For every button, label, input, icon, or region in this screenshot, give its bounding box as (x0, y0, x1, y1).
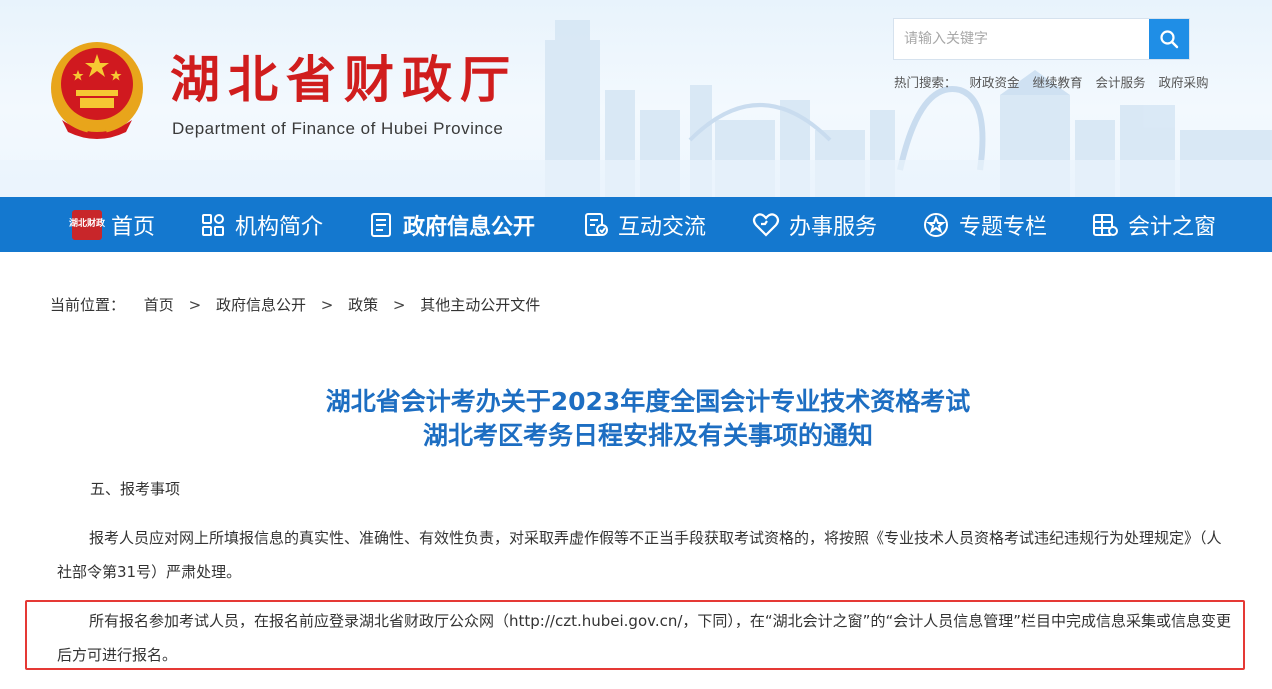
form-chat-icon (583, 212, 609, 238)
nav-item-label: 政府信息公开 (403, 214, 536, 240)
breadcrumb-separator: > (320, 296, 334, 314)
breadcrumb-item-policy[interactable]: 政策 (348, 296, 378, 314)
article-paragraph-highlighted: 所有报名参加考试人员，在报名前应登录湖北省财政厅公众网（http://czt.h… (57, 612, 1231, 664)
window-grid-icon (1091, 212, 1119, 238)
article-paragraph: 报考人员应对网上所填报信息的真实性、准确性、有效性负责，对采取弄虚作假等不正当手… (57, 529, 1222, 581)
breadcrumb-item-other-files[interactable]: 其他主动公开文件 (420, 296, 540, 314)
nav-item-label: 首页 (111, 214, 156, 240)
search-icon (1160, 30, 1179, 49)
nav-item-label: 会计之窗 (1128, 214, 1217, 240)
nav-item-home[interactable]: 湖北财政 首页 (69, 197, 156, 252)
nav-item-about[interactable]: 机构简介 (200, 197, 323, 252)
hot-search-link[interactable]: 财政资金 (970, 75, 1020, 90)
header-banner: 湖北省财政厅 Department of Finance of Hubei Pr… (0, 0, 1272, 197)
section-heading: 五、报考事项 (90, 480, 181, 498)
breadcrumb-separator: > (392, 296, 406, 314)
document-list-icon (368, 212, 394, 238)
hot-search-link[interactable]: 会计服务 (1096, 75, 1146, 90)
breadcrumb-item-gov-info[interactable]: 政府信息公开 (216, 296, 306, 314)
site-subtitle: Department of Finance of Hubei Province (172, 119, 504, 138)
nav-item-label: 机构简介 (235, 214, 324, 240)
nav-item-services[interactable]: 办事服务 (752, 197, 877, 252)
star-circle-icon (922, 211, 950, 239)
hot-search-label: 热门搜索： (894, 75, 957, 90)
heart-icon (752, 212, 780, 238)
breadcrumb-item-home[interactable]: 首页 (144, 296, 174, 314)
search-button[interactable] (1149, 19, 1189, 59)
site-title: 湖北省财政厅 (170, 50, 518, 109)
article-title-line2: 湖北考区考务日程安排及有关事项的通知 (422, 421, 873, 450)
nav-item-topics[interactable]: 专题专栏 (922, 197, 1047, 252)
grid-icon (200, 212, 226, 238)
breadcrumb-label: 当前位置： (50, 296, 126, 314)
nav-item-label: 办事服务 (789, 214, 878, 240)
main-nav: 湖北财政 首页 机构简介 政府信息公开 互动交流 办事服务 专题专栏 会计之窗 (0, 197, 1272, 252)
nav-item-label: 专题专栏 (959, 214, 1048, 240)
hot-search: 热门搜索： 财政资金 继续教育 会计服务 政府采购 (894, 72, 1218, 91)
article-title-line1: 湖北省会计考办关于2023年度全国会计专业技术资格考试 (325, 387, 971, 416)
nav-item-label: 互动交流 (618, 214, 707, 240)
search-input[interactable] (894, 19, 1149, 59)
breadcrumb: 当前位置： 首页 > 政府信息公开 > 政策 > 其他主动公开文件 (50, 294, 540, 315)
breadcrumb-separator: > (188, 296, 202, 314)
hot-search-link[interactable]: 政府采购 (1159, 75, 1209, 90)
nav-item-interaction[interactable]: 互动交流 (583, 197, 706, 252)
national-emblem-icon (51, 42, 143, 139)
hot-search-link[interactable]: 继续教育 (1033, 75, 1083, 90)
search-box (893, 18, 1190, 60)
home-badge-icon: 湖北财政 (69, 209, 105, 240)
nav-item-accounting[interactable]: 会计之窗 (1091, 197, 1216, 252)
nav-item-gov-info[interactable]: 政府信息公开 (368, 197, 535, 252)
